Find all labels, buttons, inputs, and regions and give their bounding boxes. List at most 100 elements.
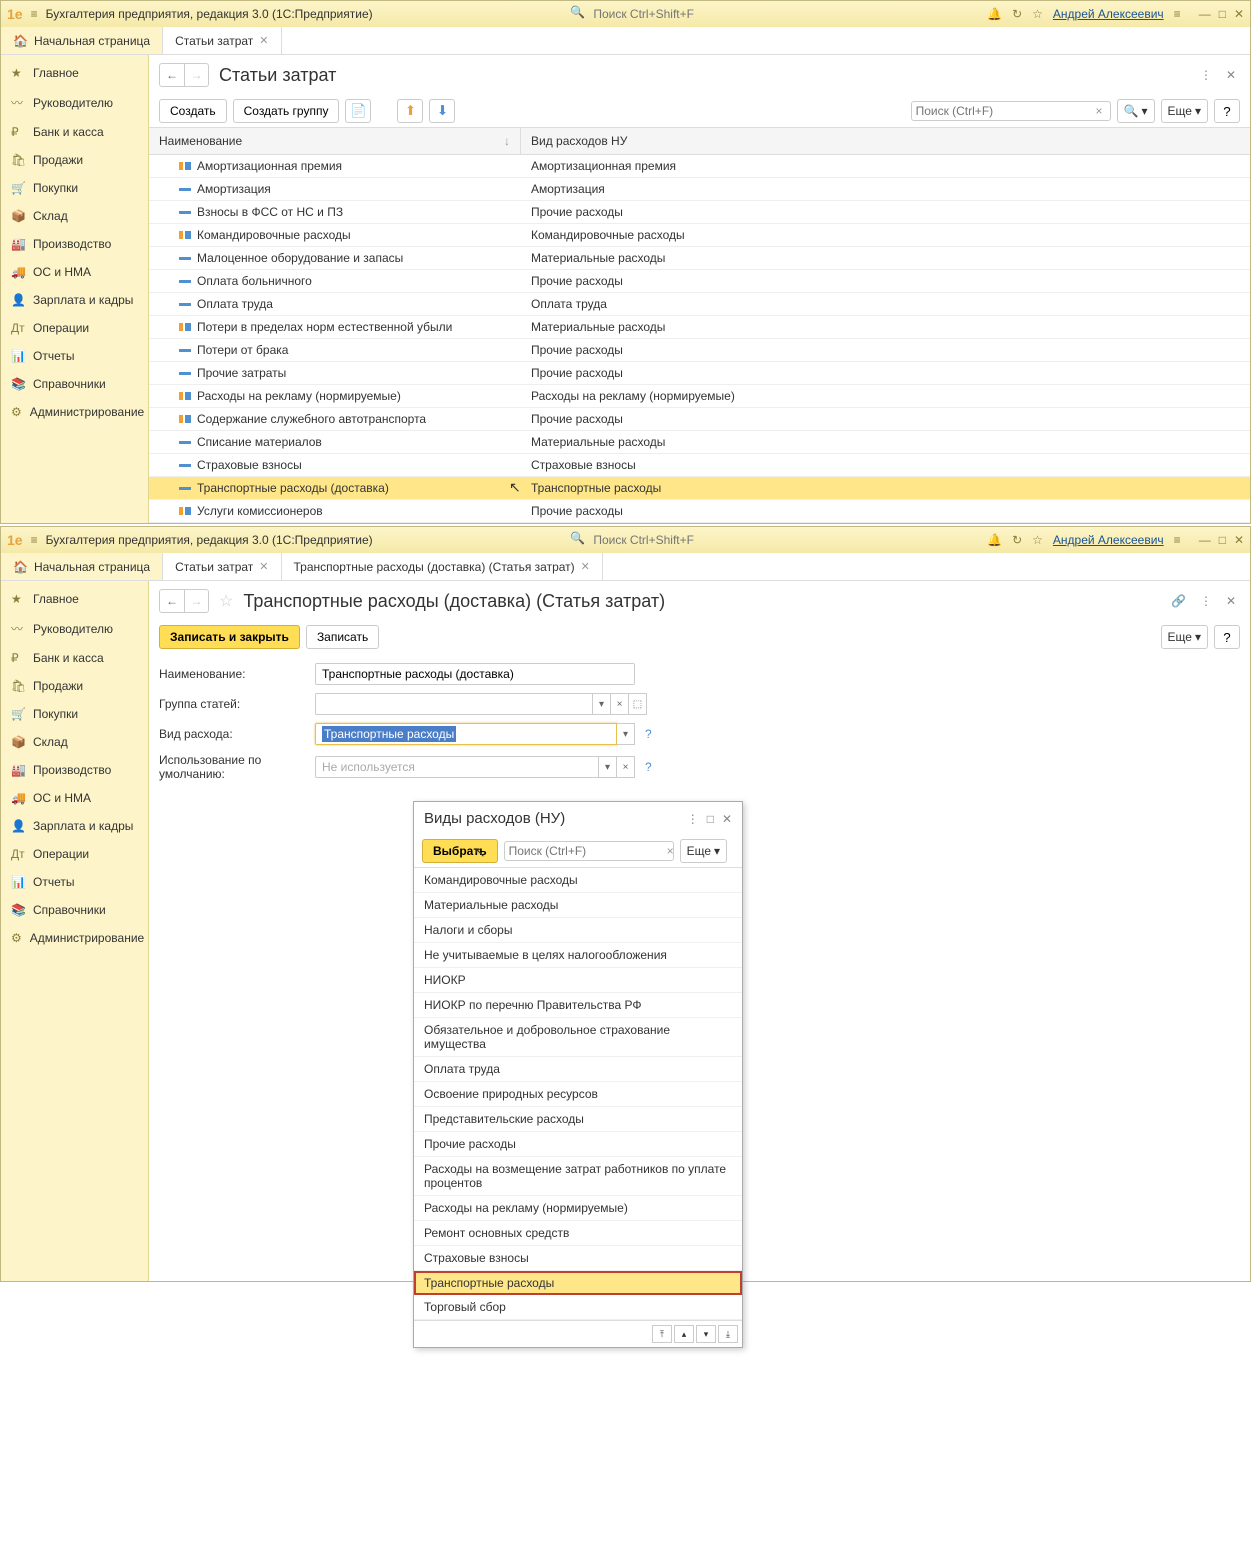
search-type-button[interactable]: 🔍 ▾: [1117, 99, 1155, 123]
table-row[interactable]: Потери в пределах норм естественной убыл…: [149, 316, 1250, 339]
table-row[interactable]: Прочие затратыПрочие расходы: [149, 362, 1250, 385]
list-item[interactable]: Расходы на рекламу (нормируемые): [414, 1196, 742, 1221]
list-item[interactable]: Материальные расходы: [414, 893, 742, 918]
sidebar-item-10[interactable]: 📊Отчеты: [1, 342, 148, 370]
close-icon[interactable]: ✕: [722, 812, 732, 826]
back-button[interactable]: ←: [160, 64, 184, 86]
create-button[interactable]: Создать: [159, 99, 227, 123]
sidebar-item-1[interactable]: 〰Руководителю: [1, 87, 148, 118]
group-input[interactable]: [315, 693, 593, 715]
maximize-icon[interactable]: □: [707, 812, 714, 826]
clear-search-icon[interactable]: ×: [664, 844, 677, 858]
list-item[interactable]: Страховые взносы: [414, 1246, 742, 1271]
sidebar-item-8[interactable]: 👤Зарплата и кадры: [1, 286, 148, 314]
save-button[interactable]: Записать: [306, 625, 379, 649]
sidebar-item-0[interactable]: ★Главное: [1, 585, 148, 613]
history-icon[interactable]: ↻: [1012, 533, 1022, 547]
history-icon[interactable]: ↻: [1012, 7, 1022, 21]
list-item[interactable]: Торговый сбор: [414, 1295, 742, 1320]
scroll-down-icon[interactable]: ▾: [696, 1325, 716, 1343]
table-row[interactable]: Потери от бракаПрочие расходы: [149, 339, 1250, 362]
move-down-button[interactable]: ⬇: [429, 99, 455, 123]
sidebar-item-0[interactable]: ★Главное: [1, 59, 148, 87]
clear-icon[interactable]: ×: [611, 693, 629, 715]
global-search-input[interactable]: [589, 531, 789, 549]
tab-close-icon[interactable]: ✕: [581, 560, 590, 573]
column-name[interactable]: Наименование ↓: [149, 128, 521, 154]
tab-home[interactable]: 🏠 Начальная страница: [1, 553, 163, 580]
minimize-icon[interactable]: —: [1199, 533, 1211, 547]
list-item[interactable]: Не учитываемые в целях налогообложения: [414, 943, 742, 968]
forward-button[interactable]: →: [184, 64, 208, 86]
dropdown-icon[interactable]: ▾: [599, 756, 617, 778]
column-type[interactable]: Вид расходов НУ: [521, 128, 1250, 154]
list-item[interactable]: Прочие расходы: [414, 1132, 742, 1157]
sidebar-item-6[interactable]: 🏭Производство: [1, 756, 148, 784]
maximize-icon[interactable]: □: [1219, 533, 1226, 547]
list-item[interactable]: Расходы на возмещение затрат работников …: [414, 1157, 742, 1196]
table-row[interactable]: АмортизацияАмортизация: [149, 178, 1250, 201]
scroll-bottom-icon[interactable]: ⤓: [718, 1325, 738, 1343]
table-row[interactable]: Малоценное оборудование и запасыМатериал…: [149, 247, 1250, 270]
sidebar-item-10[interactable]: 📊Отчеты: [1, 868, 148, 896]
close-page-icon[interactable]: ✕: [1222, 66, 1240, 84]
list-item[interactable]: Представительские расходы: [414, 1107, 742, 1132]
type-input[interactable]: Транспортные расходы: [315, 723, 617, 745]
list-item[interactable]: Освоение природных ресурсов: [414, 1082, 742, 1107]
star-icon[interactable]: ☆: [1032, 533, 1043, 547]
help-icon[interactable]: ?: [645, 727, 652, 741]
forward-button[interactable]: →: [184, 590, 208, 612]
menu-icon[interactable]: ≡: [31, 7, 38, 21]
sidebar-item-9[interactable]: ДтОперации: [1, 314, 148, 342]
open-button[interactable]: 📄: [345, 99, 371, 123]
list-item[interactable]: Транспортные расходы: [414, 1271, 742, 1295]
close-page-icon[interactable]: ✕: [1222, 592, 1240, 610]
list-item[interactable]: Налоги и сборы: [414, 918, 742, 943]
kebab-icon[interactable]: ⋮: [687, 812, 699, 826]
sidebar-item-6[interactable]: 🏭Производство: [1, 230, 148, 258]
sidebar-item-2[interactable]: ₽Банк и касса: [1, 644, 148, 672]
kebab-icon[interactable]: ⋮: [1196, 592, 1216, 610]
sidebar-item-5[interactable]: 📦Склад: [1, 202, 148, 230]
help-icon[interactable]: ?: [645, 760, 652, 774]
table-row[interactable]: Списание материаловМатериальные расходы: [149, 431, 1250, 454]
more-button[interactable]: Еще ▾: [1161, 625, 1208, 649]
back-button[interactable]: ←: [160, 590, 184, 612]
dropdown-icon[interactable]: ▾: [617, 723, 635, 745]
tab-close-icon[interactable]: ✕: [259, 560, 268, 573]
table-row[interactable]: Взносы в ФСС от НС и ПЗПрочие расходы: [149, 201, 1250, 224]
scroll-up-icon[interactable]: ▴: [674, 1325, 694, 1343]
sidebar-item-4[interactable]: 🛒Покупки: [1, 700, 148, 728]
sidebar-item-2[interactable]: ₽Банк и касса: [1, 118, 148, 146]
help-button[interactable]: ?: [1214, 99, 1240, 123]
panel-icon[interactable]: ≡: [1174, 533, 1181, 547]
usage-input[interactable]: Не используется: [315, 756, 599, 778]
sidebar-item-11[interactable]: 📚Справочники: [1, 370, 148, 398]
sidebar-item-5[interactable]: 📦Склад: [1, 728, 148, 756]
table-row[interactable]: Командировочные расходыКомандировочные р…: [149, 224, 1250, 247]
user-link[interactable]: Андрей Алексеевич: [1053, 533, 1164, 547]
popup-more-button[interactable]: Еще ▾: [680, 839, 727, 863]
table-row[interactable]: Оплата больничногоПрочие расходы: [149, 270, 1250, 293]
sidebar-item-9[interactable]: ДтОперации: [1, 840, 148, 868]
sidebar-item-4[interactable]: 🛒Покупки: [1, 174, 148, 202]
table-row[interactable]: Амортизационная премияАмортизационная пр…: [149, 155, 1250, 178]
table-row[interactable]: Расходы на рекламу (нормируемые)Расходы …: [149, 385, 1250, 408]
bell-icon[interactable]: 🔔: [987, 7, 1002, 21]
link-icon[interactable]: 🔗: [1167, 592, 1190, 610]
close-icon[interactable]: ✕: [1234, 533, 1244, 547]
kebab-icon[interactable]: ⋮: [1196, 66, 1216, 84]
sidebar-item-3[interactable]: 🛍Продажи: [1, 146, 148, 174]
dropdown-icon[interactable]: ▾: [593, 693, 611, 715]
sidebar-item-12[interactable]: ⚙Администрирование: [1, 398, 148, 426]
create-group-button[interactable]: Создать группу: [233, 99, 340, 123]
scroll-top-icon[interactable]: ⤒: [652, 1325, 672, 1343]
clear-search-icon[interactable]: ×: [1093, 104, 1106, 118]
search-input[interactable]: [916, 104, 1093, 118]
table-row[interactable]: Транспортные расходы (доставка)Транспорт…: [149, 477, 1250, 500]
list-item[interactable]: Обязательное и добровольное страхование …: [414, 1018, 742, 1057]
tab-home[interactable]: 🏠 Начальная страница: [1, 27, 163, 54]
table-row[interactable]: Содержание служебного автотранспортаПроч…: [149, 408, 1250, 431]
table-row[interactable]: Услуги комиссионеровПрочие расходы: [149, 500, 1250, 523]
tab-form[interactable]: Транспортные расходы (доставка) (Статья …: [282, 553, 603, 580]
